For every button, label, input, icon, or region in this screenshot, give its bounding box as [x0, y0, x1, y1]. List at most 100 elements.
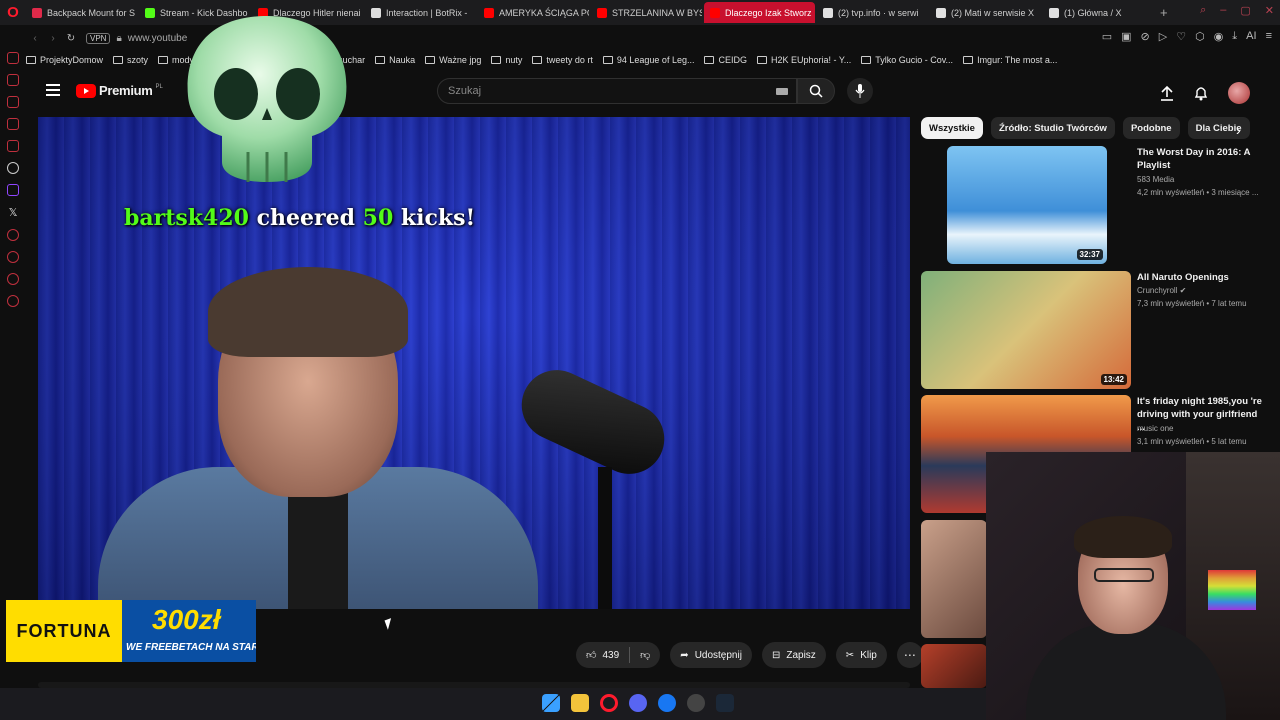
filter-chip[interactable]: Wszystkie: [921, 117, 983, 139]
bookmark-item[interactable]: nuty: [491, 55, 522, 65]
browser-tab[interactable]: Dlaczego Izak Stworz: [704, 2, 815, 23]
browser-tab[interactable]: AMERYKA ŚCIĄGA PO: [478, 2, 589, 23]
clock-icon[interactable]: [7, 229, 19, 241]
steam-icon[interactable]: [716, 694, 734, 712]
bookmark-item[interactable]: ProjektyDomow: [26, 55, 103, 65]
share-button[interactable]: ➦ Udostępnij: [670, 642, 752, 668]
recommendation-thumbnail[interactable]: [921, 520, 987, 638]
home-icon[interactable]: [7, 52, 19, 64]
voice-search-button[interactable]: [847, 78, 873, 104]
history-icon[interactable]: [7, 74, 19, 86]
bookmark-item[interactable]: 94 League of Leg...: [602, 55, 694, 65]
new-tab-button[interactable]: +: [1160, 5, 1168, 20]
search-tabs-icon[interactable]: ⌕: [1200, 4, 1206, 17]
snapshot-icon[interactable]: ▣: [1121, 30, 1131, 43]
messenger-icon[interactable]: [7, 140, 19, 152]
recommendation-thumbnail[interactable]: 13:42: [921, 271, 1131, 389]
search-icon: [809, 84, 823, 98]
hamburger-menu-icon[interactable]: [46, 84, 60, 96]
youtube-logo[interactable]: Premium PL: [76, 83, 163, 98]
adblock-icon[interactable]: ⊘: [1141, 30, 1150, 43]
twitch-icon[interactable]: [7, 184, 19, 196]
browser-tab[interactable]: (2) tvp.info · w serwi: [817, 2, 928, 23]
clip-button[interactable]: ✂ Klip: [835, 642, 887, 668]
obs-icon[interactable]: [687, 694, 705, 712]
bookmark-item[interactable]: CEIDG: [704, 55, 747, 65]
ai-button[interactable]: AI: [1246, 30, 1256, 43]
facebook-icon[interactable]: [658, 694, 676, 712]
bookmark-item[interactable]: Imgur: The most a...: [963, 55, 1057, 65]
file-explorer-icon[interactable]: [571, 694, 589, 712]
close-window-icon[interactable]: ✕: [1265, 4, 1274, 17]
news-icon[interactable]: [7, 118, 19, 130]
folder-icon: [375, 56, 386, 64]
save-button[interactable]: ⊟ Zapisz: [761, 642, 826, 668]
recommendation-channel[interactable]: Crunchyroll ✔: [1137, 286, 1186, 295]
recommendation-filter-chips: Wszystkie Źródło: Studio Twórców Podobne Dl…: [921, 117, 1250, 139]
bookmark-label: ProjektyDomow: [40, 55, 104, 65]
recommendation-channel[interactable]: music one: [1137, 424, 1173, 433]
keyboard-icon[interactable]: [776, 88, 788, 95]
recommendation-item[interactable]: 32:37 The Worst Day in 2016: A Playlist 58…: [921, 146, 1271, 264]
back-icon[interactable]: ‹: [26, 33, 44, 44]
search-button[interactable]: [797, 78, 835, 104]
bookmark-item[interactable]: Tylko Gucio - Cov...: [861, 55, 953, 65]
desktop-screen: O Backpack Mount for S Stream - Kick Dash…: [0, 0, 1280, 720]
profile-icon[interactable]: ◉: [1214, 30, 1224, 43]
recommendation-channel[interactable]: 583 Media: [1137, 175, 1174, 184]
discord-icon[interactable]: [629, 694, 647, 712]
heart-icon[interactable]: ♡: [1176, 30, 1186, 43]
browser-tab[interactable]: (1) Główna / X: [1043, 2, 1154, 23]
maximize-icon[interactable]: ▢: [1240, 4, 1250, 17]
chips-next-icon[interactable]: ›: [1236, 122, 1241, 138]
recommendation-thumbnail[interactable]: [921, 644, 987, 688]
forward-icon[interactable]: ›: [44, 33, 62, 44]
recommendation-thumbnail[interactable]: 32:37: [947, 146, 1107, 264]
filter-chip[interactable]: Podobne: [1122, 117, 1180, 139]
opera-gx-icon[interactable]: [600, 694, 618, 712]
browser-tab[interactable]: Backpack Mount for S: [26, 2, 137, 23]
x-icon[interactable]: 𝕏: [9, 206, 18, 219]
windows-start-icon[interactable]: [542, 694, 560, 712]
bookmark-item[interactable]: Nauka: [375, 55, 415, 65]
music-icon[interactable]: [7, 251, 19, 263]
recommendation-title[interactable]: All Naruto Openings: [1137, 271, 1267, 284]
lock-icon: 🔒︎: [116, 32, 122, 44]
menu-icon[interactable]: ≡: [1266, 30, 1272, 43]
recommendation-meta: 3,1 mln wyświetleń • 5 lat temu: [1137, 437, 1247, 446]
settings-icon[interactable]: [7, 295, 19, 307]
bookmark-item[interactable]: Ważne jpg: [425, 55, 481, 65]
bookmark-item[interactable]: H2K EUphoria! - Y...: [756, 55, 851, 65]
more-actions-button[interactable]: ⋯: [896, 642, 923, 668]
window-controls: ⌕ – ▢ ✕: [1200, 4, 1274, 17]
tab-favicon-icon: [936, 7, 946, 18]
dislike-button[interactable]: 👎︎: [630, 642, 660, 668]
filter-chip[interactable]: Źródło: Studio Twórców: [990, 117, 1115, 139]
bookmark-item[interactable]: tweety do rt: [532, 55, 593, 65]
recommendation-title[interactable]: The Worst Day in 2016: A Playlist: [1137, 146, 1267, 172]
like-button[interactable]: 👍︎ 439: [576, 642, 629, 668]
workspace-icon[interactable]: [7, 273, 19, 285]
opera-logo-icon[interactable]: O: [0, 0, 26, 25]
browser-tab[interactable]: STRZELANINA W BYS: [591, 2, 702, 23]
bookmark-save-icon: ⊟: [771, 649, 781, 661]
browser-tab[interactable]: (2) Mati w serwisie X: [930, 2, 1041, 23]
recommendation-item[interactable]: 13:42 All Naruto Openings Crunchyroll ✔ 7,3…: [921, 271, 1271, 389]
notifications-bell-icon[interactable]: [1194, 85, 1208, 101]
video-player[interactable]: [38, 117, 910, 609]
reload-icon[interactable]: ↻: [62, 33, 80, 44]
bookmark-item[interactable]: szoty: [113, 55, 148, 65]
play-icon[interactable]: ▷: [1159, 30, 1167, 43]
wallet-icon[interactable]: [7, 96, 19, 108]
minimize-icon[interactable]: –: [1220, 4, 1226, 17]
vpn-badge[interactable]: VPN: [86, 32, 111, 44]
download-icon[interactable]: ⤓: [1232, 30, 1237, 43]
browser-tab[interactable]: Interaction | BotRix -: [365, 2, 476, 23]
account-avatar[interactable]: [1228, 82, 1250, 104]
thumbs-down-icon: 👎︎: [640, 650, 651, 661]
upload-icon[interactable]: [1160, 85, 1174, 101]
extensions-icon[interactable]: ⬡: [1195, 30, 1205, 43]
chatgpt-icon[interactable]: [7, 162, 19, 174]
search-input[interactable]: Szukaj: [437, 78, 797, 104]
bookmark-icon[interactable]: ▭: [1102, 30, 1112, 43]
